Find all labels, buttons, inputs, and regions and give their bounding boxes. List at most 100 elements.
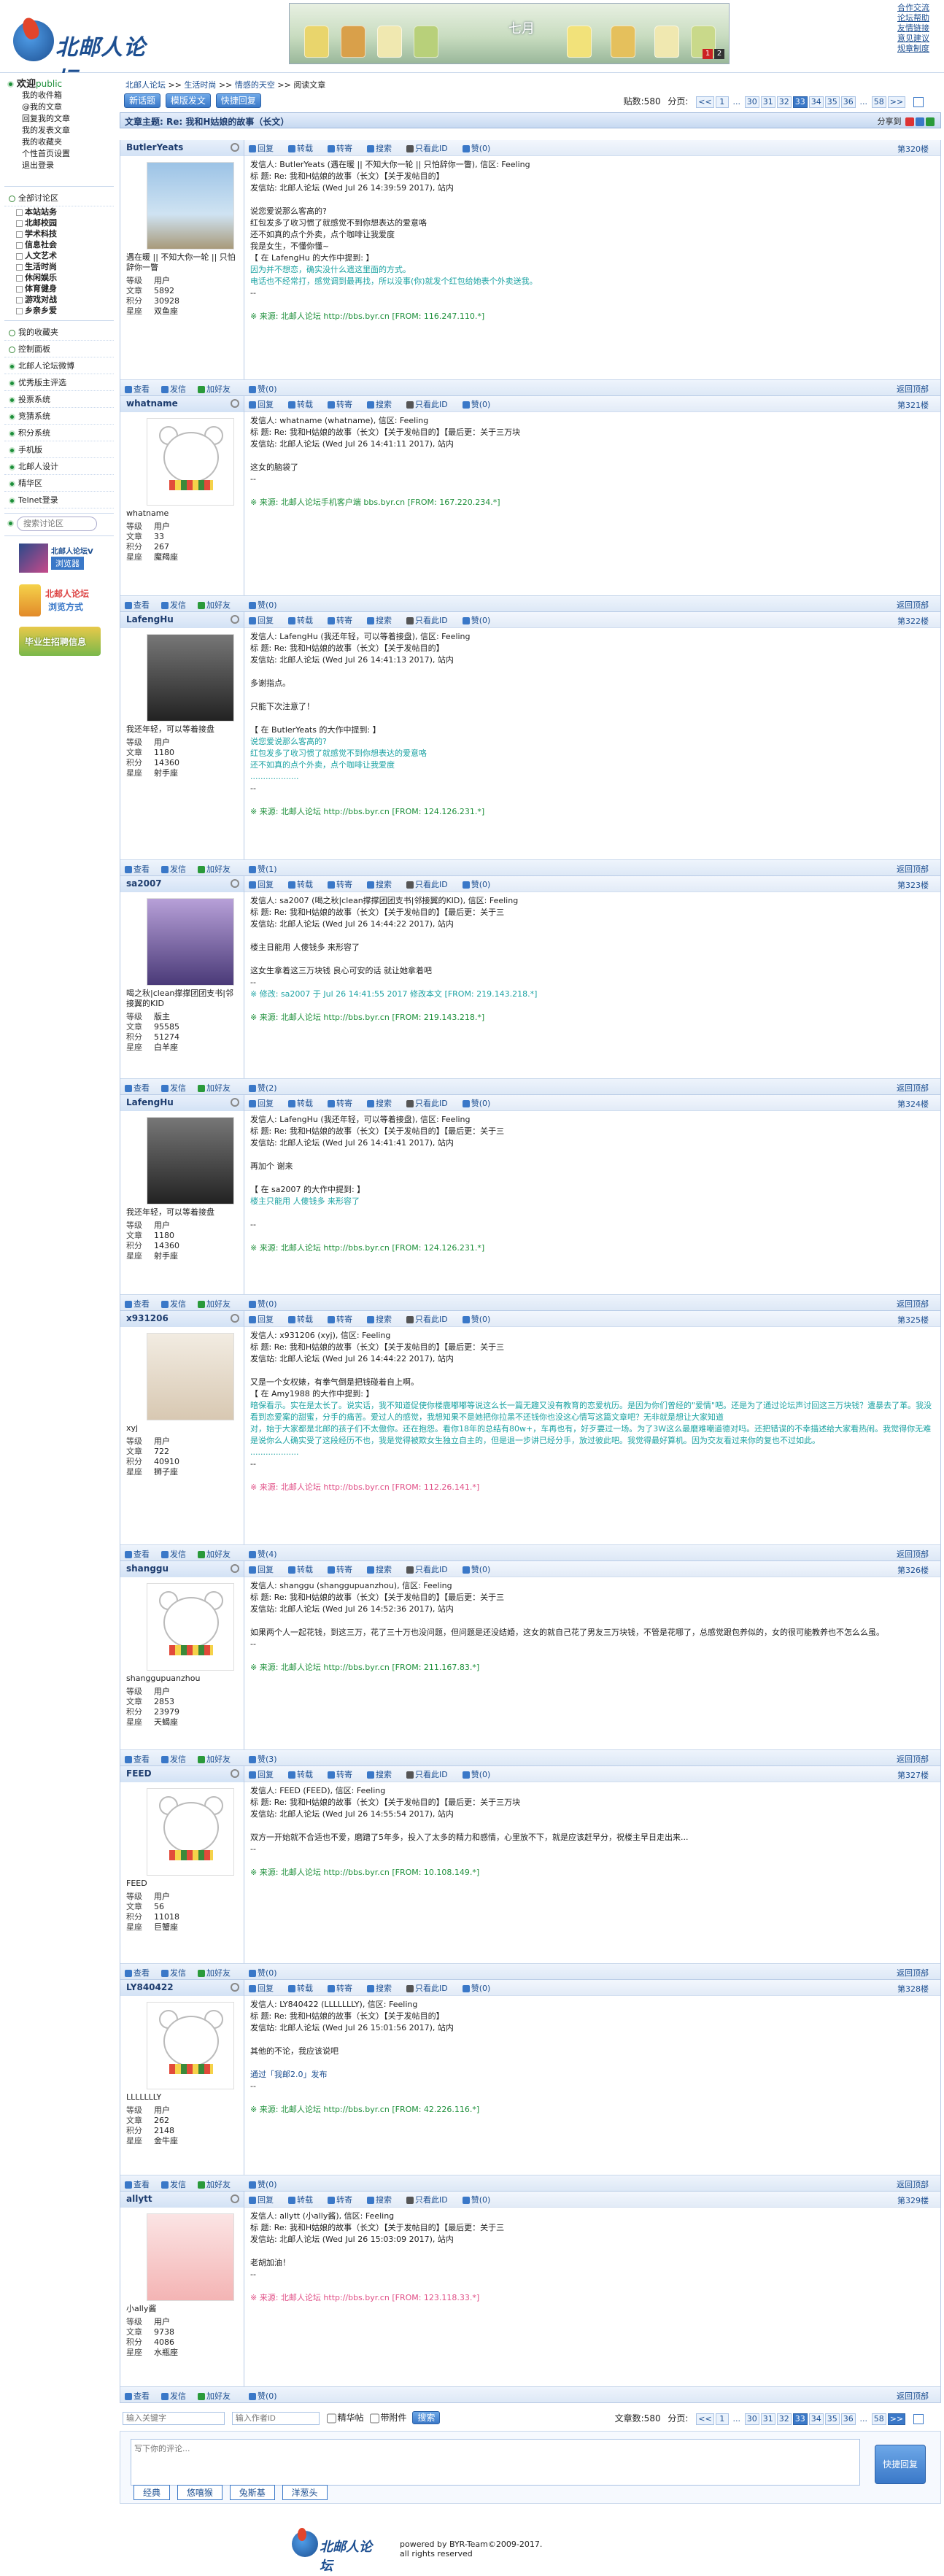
sidebar-item-points[interactable]: 积分系统 — [4, 425, 114, 441]
toplink-help[interactable]: 论坛帮助 — [897, 13, 929, 23]
message-action[interactable]: 发信 — [161, 2391, 192, 2401]
section-item[interactable]: 人文艺术 — [4, 250, 114, 261]
floor-number[interactable]: 第322楼 — [897, 615, 929, 627]
forward-action[interactable]: 转寄 — [328, 880, 360, 889]
search-action[interactable]: 搜索 — [367, 400, 399, 409]
message-action[interactable]: 发信 — [161, 1083, 192, 1093]
back-to-top-link[interactable]: 返回顶部 — [897, 1082, 929, 1094]
page-first[interactable]: << — [696, 2413, 714, 2425]
link-inbox[interactable]: 我的收件箱 — [4, 90, 114, 101]
only-this-id-action[interactable]: 只看此ID — [406, 1565, 455, 1574]
like-count[interactable]: 赞(0) — [249, 2390, 283, 2402]
view-action[interactable]: 查看 — [125, 1755, 155, 1764]
emo-tab-onion[interactable]: 洋葱头 — [282, 2485, 328, 2500]
view-action[interactable]: 查看 — [125, 1968, 155, 1978]
like-action[interactable]: 赞(0) — [462, 144, 498, 153]
message-action[interactable]: 发信 — [161, 1550, 192, 1559]
floor-number[interactable]: 第320楼 — [897, 143, 929, 155]
reply-textarea[interactable] — [131, 2439, 860, 2486]
like-action[interactable]: 赞(0) — [462, 880, 498, 889]
floor-number[interactable]: 第328楼 — [897, 1983, 929, 1995]
repost-action[interactable]: 转载 — [288, 144, 320, 153]
repost-action[interactable]: 转载 — [288, 616, 320, 625]
promo-mobile[interactable]: 北邮人论坛 浏览方式 — [19, 583, 101, 619]
like-count[interactable]: 赞(0) — [249, 2178, 283, 2190]
forward-action[interactable]: 转寄 — [328, 1315, 360, 1324]
page-link[interactable]: 30 — [744, 96, 759, 108]
page-link[interactable]: 31 — [760, 96, 775, 108]
like-count[interactable]: 赞(3) — [249, 1753, 283, 1765]
sidebar-item-vote[interactable]: 投票系统 — [4, 391, 114, 408]
search-action[interactable]: 搜索 — [367, 1770, 399, 1779]
repost-action[interactable]: 转载 — [288, 1099, 320, 1108]
search-action[interactable]: 搜索 — [367, 1565, 399, 1574]
page-link[interactable]: 1 — [715, 96, 729, 108]
sidebar-item-control-panel[interactable]: 控制面板 — [4, 341, 114, 357]
page-current[interactable]: 33 — [792, 2413, 808, 2425]
like-count[interactable]: 赞(0) — [249, 1298, 283, 1310]
reply-action[interactable]: 回复 — [249, 144, 281, 153]
view-action[interactable]: 查看 — [125, 600, 155, 610]
search-action[interactable]: 搜索 — [367, 616, 399, 625]
page-last[interactable]: >> — [887, 96, 906, 108]
search-action[interactable]: 搜索 — [367, 1315, 399, 1324]
forward-action[interactable]: 转寄 — [328, 2195, 360, 2205]
view-action[interactable]: 查看 — [125, 1299, 155, 1309]
like-action[interactable]: 赞(0) — [462, 1315, 498, 1324]
floor-number[interactable]: 第326楼 — [897, 1564, 929, 1576]
digest-checkbox[interactable] — [326, 2411, 336, 2425]
repost-action[interactable]: 转载 — [288, 400, 320, 409]
post-author[interactable]: LafengHu — [120, 612, 244, 628]
search-author-input[interactable] — [231, 2411, 320, 2425]
post-author[interactable]: FEED — [120, 1766, 244, 1782]
section-item[interactable]: 体育健身 — [4, 283, 114, 294]
like-action[interactable]: 赞(0) — [462, 1565, 498, 1574]
add-friend-action[interactable]: 加好友 — [198, 1968, 236, 1978]
section-item[interactable]: 北邮校园 — [4, 217, 114, 228]
sidebar-search-input[interactable] — [17, 517, 97, 531]
reply-action[interactable]: 回复 — [249, 400, 281, 409]
sidebar-item-weibo[interactable]: 北邮人论坛微博 — [4, 357, 114, 374]
share-renren-icon[interactable] — [926, 117, 935, 126]
page-link[interactable]: 34 — [808, 96, 824, 108]
section-item[interactable]: 乡亲乡爱 — [4, 305, 114, 316]
add-friend-action[interactable]: 加好友 — [198, 1550, 236, 1559]
only-this-id-action[interactable]: 只看此ID — [406, 1315, 455, 1324]
post-author[interactable]: ButlerYeats — [120, 140, 244, 156]
avatar[interactable] — [147, 162, 234, 250]
toplink-feedback[interactable]: 意见建议 — [897, 34, 929, 44]
view-action[interactable]: 查看 — [125, 384, 155, 394]
back-to-top-link[interactable]: 返回顶部 — [897, 383, 929, 395]
floor-number[interactable]: 第324楼 — [897, 1098, 929, 1110]
link-my-posts[interactable]: 我的发表文章 — [4, 125, 114, 136]
avatar[interactable] — [147, 1117, 234, 1204]
section-item[interactable]: 生活时尚 — [4, 261, 114, 272]
sidebar-item-moderator-vote[interactable]: 优秀版主评选 — [4, 374, 114, 391]
only-this-id-action[interactable]: 只看此ID — [406, 2195, 455, 2205]
back-to-top-link[interactable]: 返回顶部 — [897, 863, 929, 875]
avatar[interactable] — [147, 418, 234, 506]
message-action[interactable]: 发信 — [161, 1755, 192, 1764]
reply-action[interactable]: 回复 — [249, 1099, 281, 1108]
add-friend-action[interactable]: 加好友 — [198, 865, 236, 874]
link-favorites[interactable]: 我的收藏夹 — [4, 136, 114, 148]
share-weibo-icon[interactable] — [905, 117, 914, 126]
sidebar-item-digest[interactable]: 精华区 — [4, 475, 114, 492]
sidebar-item-telnet[interactable]: Telnet登录 — [4, 492, 114, 508]
sidebar-item-guess[interactable]: 竞猜系统 — [4, 408, 114, 425]
view-action[interactable]: 查看 — [125, 865, 155, 874]
floor-number[interactable]: 第327楼 — [897, 1769, 929, 1781]
search-action[interactable]: 搜索 — [367, 1099, 399, 1108]
repost-action[interactable]: 转载 — [288, 2195, 320, 2205]
forward-action[interactable]: 转寄 — [328, 1984, 360, 1993]
view-action[interactable]: 查看 — [125, 2391, 155, 2401]
post-author[interactable]: LafengHu — [120, 1095, 244, 1111]
avatar[interactable] — [147, 2002, 234, 2089]
toplink-friends[interactable]: 友情链接 — [897, 23, 929, 34]
forward-action[interactable]: 转寄 — [328, 144, 360, 153]
search-action[interactable]: 搜索 — [367, 880, 399, 889]
back-to-top-link[interactable]: 返回顶部 — [897, 1967, 929, 1979]
floor-number[interactable]: 第321楼 — [897, 399, 929, 411]
new-post-button[interactable]: 新话题 — [124, 93, 161, 108]
reply-action[interactable]: 回复 — [249, 1984, 281, 1993]
